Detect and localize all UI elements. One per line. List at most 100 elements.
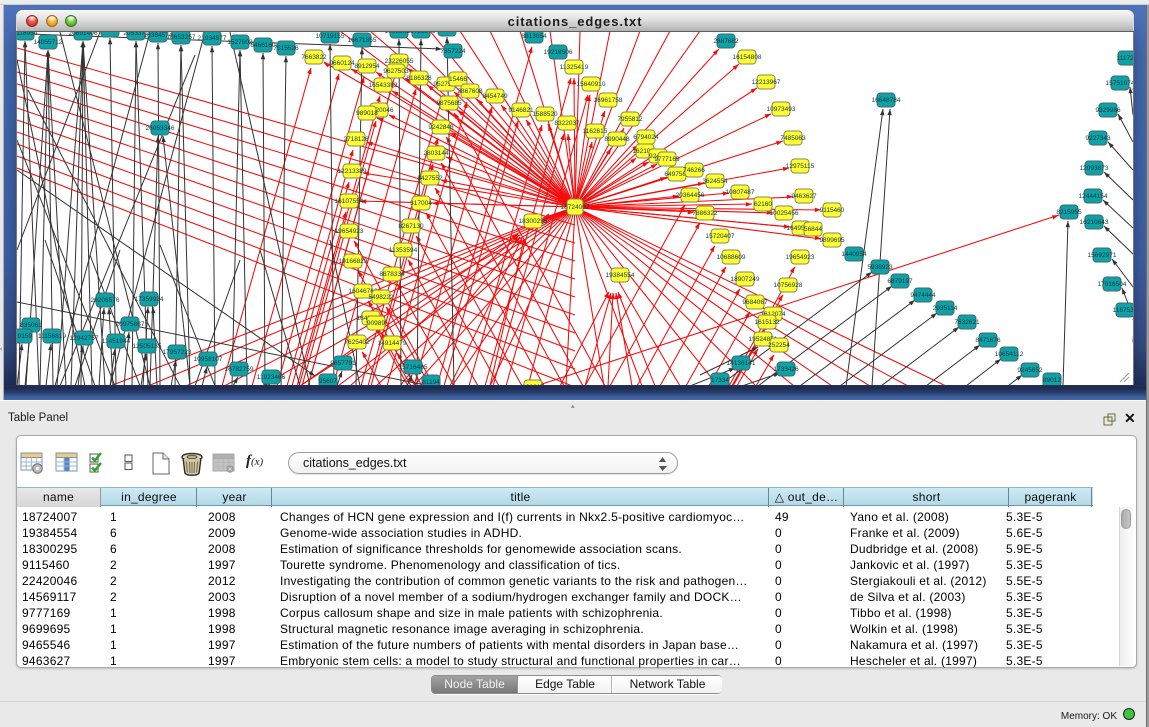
svg-text:3624554: 3624554 (702, 178, 728, 185)
svg-text:29159: 29159 (17, 333, 32, 340)
svg-text:16961758: 16961758 (594, 97, 623, 104)
svg-text:12942757: 12942757 (70, 335, 99, 342)
svg-text:1527602: 1527602 (227, 39, 253, 46)
svg-text:2718126: 2718126 (343, 136, 369, 143)
svg-text:8471676: 8471676 (975, 337, 1001, 344)
svg-text:14914479: 14914479 (378, 340, 407, 347)
svg-text:17016504: 17016504 (1098, 281, 1127, 288)
svg-text:2935114: 2935114 (933, 305, 958, 312)
svg-text:8215955: 8215955 (1056, 209, 1082, 216)
svg-text:20364456: 20364456 (676, 192, 705, 199)
svg-text:10719155: 10719155 (316, 33, 345, 40)
svg-text:17359924: 17359924 (135, 296, 164, 303)
svg-text:89012: 89012 (1043, 377, 1061, 384)
svg-text:111724: 111724 (1117, 55, 1133, 62)
svg-text:8267130: 8267130 (398, 223, 424, 230)
svg-text:9899695: 9899695 (819, 237, 845, 244)
svg-text:2867608: 2867608 (457, 88, 483, 95)
svg-text:12213967: 12213967 (752, 79, 781, 86)
svg-text:19166829: 19166829 (339, 258, 368, 265)
svg-text:12975115: 12975115 (786, 163, 815, 170)
svg-text:16210643: 16210643 (1080, 219, 1109, 226)
svg-text:95607: 95607 (319, 378, 337, 385)
svg-text:9474444: 9474444 (910, 292, 936, 299)
svg-text:7955812: 7955812 (617, 116, 643, 123)
svg-text:18300295: 18300295 (519, 218, 548, 225)
svg-text:15716485: 15716485 (399, 364, 428, 371)
svg-text:9684067: 9684067 (742, 299, 768, 306)
svg-text:18907249: 18907249 (731, 276, 760, 283)
svg-text:19218506: 19218506 (544, 49, 573, 56)
svg-text:9777169: 9777169 (654, 156, 680, 163)
svg-text:16671355: 16671355 (348, 37, 377, 44)
svg-text:14055712: 14055712 (34, 39, 63, 46)
svg-text:7357224: 7357224 (440, 48, 466, 55)
svg-text:15640910: 15640910 (577, 81, 606, 88)
svg-text:16648784: 16648784 (872, 97, 901, 104)
svg-text:12444154: 12444154 (1079, 193, 1108, 200)
svg-text:10973493: 10973493 (767, 106, 796, 113)
svg-text:1615132: 1615132 (754, 319, 780, 326)
svg-text:16154808: 16154808 (733, 54, 762, 61)
svg-text:11451944: 11451944 (102, 338, 131, 345)
svg-text:9660124: 9660124 (329, 60, 355, 67)
svg-text:19654923: 19654923 (786, 254, 815, 261)
svg-text:19654923: 19654923 (335, 228, 364, 235)
svg-text:7485063: 7485063 (780, 135, 806, 142)
svg-text:9657791: 9657791 (330, 360, 356, 367)
svg-text:9245652: 9245652 (1017, 367, 1043, 374)
svg-text:15751074: 15751074 (1106, 80, 1133, 87)
svg-text:9329966: 9329966 (1095, 107, 1121, 114)
svg-text:1440954: 1440954 (841, 251, 867, 258)
svg-text:9242848: 9242848 (428, 124, 454, 131)
svg-text:8186328: 8186328 (406, 75, 432, 82)
svg-text:11156819: 11156819 (38, 333, 66, 340)
svg-text:17957223: 17957223 (163, 349, 192, 356)
svg-text:10688609: 10688609 (717, 254, 746, 261)
svg-text:7663822: 7663822 (301, 54, 327, 61)
svg-text:16543382: 16543382 (369, 82, 398, 89)
svg-text:7625402: 7625402 (344, 339, 370, 346)
svg-text:1733426: 1733426 (773, 366, 799, 373)
svg-text:7886322: 7886322 (692, 210, 718, 217)
svg-text:21034577: 21034577 (198, 35, 227, 42)
svg-text:9627503: 9627503 (383, 68, 409, 75)
svg-text:6879197: 6879197 (887, 278, 913, 285)
svg-text:9227343: 9227343 (1085, 135, 1111, 142)
svg-text:1167533: 1167533 (1113, 307, 1133, 314)
svg-text:15692971: 15692971 (1088, 252, 1117, 259)
svg-text:5498222: 5498222 (368, 294, 394, 301)
svg-text:20721976: 20721976 (407, 32, 436, 35)
svg-text:10807487: 10807487 (726, 189, 755, 196)
svg-text:7632621: 7632621 (954, 319, 980, 326)
svg-text:9463627: 9463627 (791, 193, 817, 200)
svg-text:10756928: 10756928 (774, 282, 803, 289)
svg-text:16782759: 16782759 (225, 366, 254, 373)
svg-text:15720407: 15720407 (706, 233, 735, 240)
svg-text:26053346: 26053346 (146, 125, 175, 132)
svg-text:1593525: 1593525 (97, 32, 123, 34)
svg-text:20691406: 20691406 (69, 32, 98, 37)
svg-text:56844: 56844 (804, 226, 822, 233)
svg-text:252254: 252254 (768, 342, 790, 349)
svg-text:5938923: 5938923 (867, 264, 893, 271)
svg-text:7118954: 7118954 (17, 32, 38, 37)
svg-text:8454749: 8454749 (482, 93, 508, 100)
svg-text:8427552: 8427552 (417, 175, 443, 182)
svg-text:20975887: 20975887 (116, 321, 145, 328)
svg-text:90989: 90989 (367, 320, 385, 327)
svg-text:6466160: 6466160 (250, 42, 276, 49)
svg-text:11325419: 11325419 (560, 64, 589, 71)
svg-text:8813054: 8813054 (521, 33, 547, 40)
svg-text:7515526: 7515526 (273, 45, 299, 52)
svg-text:10025456: 10025456 (770, 210, 799, 217)
svg-text:10958107: 10958107 (194, 356, 223, 363)
svg-text:19384554: 19384554 (606, 272, 635, 279)
svg-text:17334: 17334 (711, 377, 729, 384)
svg-text:989018: 989018 (356, 110, 378, 117)
svg-text:12213389: 12213389 (338, 168, 367, 175)
svg-text:10654112: 10654112 (995, 351, 1024, 358)
svg-text:9012: 9012 (440, 32, 455, 33)
svg-text:2887682: 2887682 (713, 38, 739, 45)
svg-text:9115460: 9115460 (820, 207, 845, 214)
